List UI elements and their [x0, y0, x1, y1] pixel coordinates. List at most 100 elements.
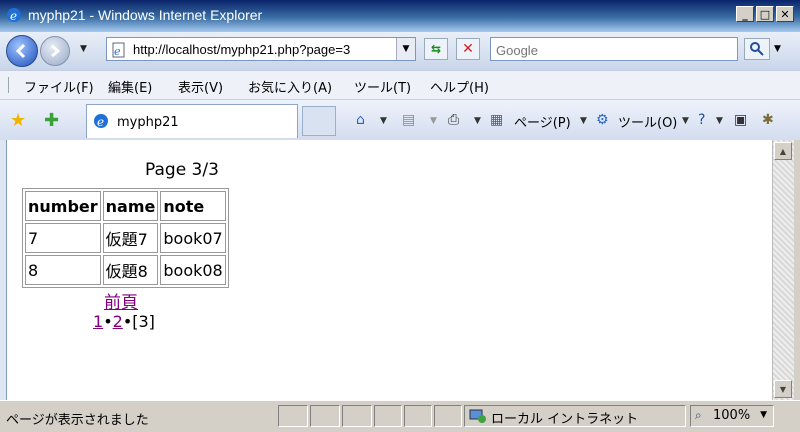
add-favorites-icon[interactable]: ✚ [44, 110, 59, 131]
new-tab-button[interactable] [302, 106, 336, 136]
navigation-bar: ▼ e http://localhost/myphp21.php?page=3 … [0, 32, 800, 70]
menu-file[interactable]: ファイル(F) [24, 77, 94, 96]
table-cell: 仮題8 [102, 255, 159, 285]
menu-favorites[interactable]: お気に入り(A) [248, 77, 332, 96]
print-dropdown-icon[interactable]: ▼ [474, 116, 481, 126]
status-text: ページが表示されました [6, 413, 149, 428]
search-box[interactable] [490, 37, 738, 61]
tab-myphp21[interactable]: e myphp21 [86, 104, 298, 138]
page-separator: • [122, 312, 133, 331]
maximize-button[interactable]: □ [756, 6, 774, 22]
scroll-down-button[interactable]: ▼ [774, 380, 792, 398]
status-pane [404, 405, 432, 427]
window-frame-right [794, 140, 800, 400]
status-pane [310, 405, 340, 427]
window-title: myphp21 - Windows Internet Explorer [28, 7, 263, 23]
menu-edit[interactable]: 編集(E) [108, 77, 152, 96]
home-dropdown-icon[interactable]: ▼ [380, 116, 387, 126]
address-dropdown-icon[interactable]: ▼ [396, 38, 415, 60]
table-header-row: number name note [25, 191, 226, 221]
menu-help[interactable]: ヘルプ(H) [430, 77, 489, 96]
security-zone[interactable]: ローカル イントラネット [464, 405, 686, 427]
zoom-control[interactable]: ⌕ 100% ▼ [690, 405, 774, 427]
back-button[interactable] [6, 35, 38, 67]
ie-page-icon: e [94, 114, 108, 129]
status-pane [434, 405, 462, 427]
book-table: number name note 7 仮題7 book07 8 仮題8 book… [22, 188, 229, 288]
column-header-name: name [102, 191, 159, 221]
search-input[interactable] [494, 39, 738, 61]
menu-grip [8, 77, 11, 93]
stop-button[interactable]: ✕ [456, 38, 480, 60]
svg-text:e: e [10, 9, 17, 23]
status-pane [278, 405, 308, 427]
minimize-button[interactable]: _ [736, 6, 754, 22]
menu-tools[interactable]: ツール(T) [354, 77, 411, 96]
status-pane [374, 405, 402, 427]
menu-view[interactable]: 表示(V) [178, 77, 223, 96]
table-row: 7 仮題7 book07 [25, 223, 226, 253]
favorites-star-icon[interactable]: ★ [10, 110, 26, 131]
zone-label: ローカル イントラネット [491, 412, 639, 427]
previous-page-link[interactable]: 前頁 [104, 288, 138, 313]
history-dropdown-icon[interactable]: ▼ [80, 44, 87, 54]
toolbar-extension-icon[interactable]: ✱ [762, 112, 774, 128]
pagination: 1•2•[3] [93, 312, 155, 331]
feeds-dropdown-icon[interactable]: ▼ [430, 116, 437, 126]
page-separator: • [103, 312, 113, 331]
page-link-1[interactable]: 1 [93, 312, 103, 331]
stop-icon: ✕ [462, 41, 474, 57]
page-indicator: Page 3/3 [145, 160, 219, 180]
table-cell: 8 [25, 255, 101, 285]
close-button[interactable]: ✕ [776, 6, 794, 22]
intranet-zone-icon [469, 409, 486, 423]
svg-text:e: e [114, 45, 121, 58]
search-button[interactable] [744, 38, 770, 60]
feeds-icon[interactable]: ▤ [402, 112, 415, 128]
table-row: 8 仮題8 book08 [25, 255, 226, 285]
search-icon [750, 42, 764, 56]
zoom-level: 100% [713, 408, 751, 423]
scroll-up-button[interactable]: ▲ [774, 142, 792, 160]
tools-gear-icon[interactable]: ⚙ [596, 112, 609, 128]
help-dropdown-icon[interactable]: ▼ [716, 116, 723, 126]
address-bar[interactable]: e http://localhost/myphp21.php?page=3 ▼ [106, 37, 416, 61]
page-icon: e [112, 42, 125, 58]
page-link-2[interactable]: 2 [113, 312, 123, 331]
ie-logo-icon: e [7, 8, 21, 23]
tools-dropdown-icon[interactable]: ▼ [682, 116, 689, 126]
window-controls: _ □ ✕ [736, 6, 794, 22]
tab-label: myphp21 [117, 115, 179, 130]
title-bar: e myphp21 - Windows Internet Explorer _ … [0, 0, 800, 32]
page-content: Page 3/3 number name note 7 仮題7 book07 8… [6, 140, 772, 400]
table-cell: book08 [160, 255, 226, 285]
zoom-icon: ⌕ [695, 408, 702, 422]
url-text[interactable]: http://localhost/myphp21.php?page=3 [133, 42, 350, 57]
forward-button[interactable] [40, 36, 70, 66]
browser-window: e myphp21 - Windows Internet Explorer _ … [0, 0, 800, 432]
table-cell: 7 [25, 223, 101, 253]
status-pane [342, 405, 372, 427]
refresh-icon: ⇆ [430, 42, 442, 56]
page-menu-icon[interactable]: ▦ [490, 112, 503, 128]
menu-bar: ファイル(F) 編集(E) 表示(V) お気に入り(A) ツール(T) ヘルプ(… [0, 70, 800, 100]
current-page: [3] [132, 312, 155, 331]
print-icon[interactable]: ⎙ [448, 112, 459, 128]
research-icon[interactable]: ▣ [734, 112, 747, 128]
search-options-dropdown-icon[interactable]: ▼ [774, 44, 781, 54]
forward-arrow-icon [51, 44, 61, 58]
command-bar: ★ ✚ e myphp21 ⌂ ▼ ▤ ▼ ⎙ ▼ ▦ ページ(P) ▼ ⚙ ツ… [0, 100, 800, 140]
zoom-dropdown-icon[interactable]: ▼ [760, 410, 767, 420]
refresh-button[interactable]: ⇆ [424, 38, 448, 60]
tools-menu-button[interactable]: ツール(O) [618, 112, 677, 131]
svg-text:e: e [97, 115, 104, 129]
back-arrow-icon [15, 43, 26, 59]
vertical-scrollbar[interactable]: ▲ ▼ [772, 140, 794, 400]
table-cell: book07 [160, 223, 226, 253]
page-dropdown-icon[interactable]: ▼ [580, 116, 587, 126]
home-icon[interactable]: ⌂ [356, 112, 365, 128]
page-menu-button[interactable]: ページ(P) [514, 112, 571, 131]
status-bar: ページが表示されました ローカル イントラネット ⌕ 100% ▼ [0, 400, 800, 432]
column-header-number: number [25, 191, 101, 221]
help-icon[interactable]: ? [698, 112, 705, 128]
